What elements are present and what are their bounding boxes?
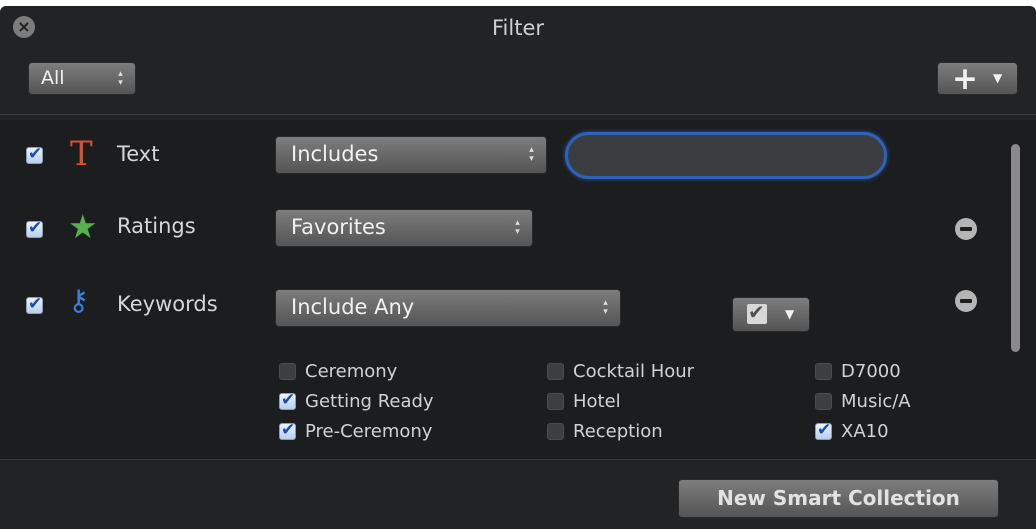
window-title: Filter: [491, 16, 544, 40]
keyword-label: Hotel: [573, 391, 621, 412]
keyword-checkbox[interactable]: [279, 363, 296, 380]
new-smart-collection-button[interactable]: New Smart Collection: [678, 479, 999, 518]
plus-icon: +: [952, 61, 978, 97]
text-rule-checkbox[interactable]: [26, 144, 43, 164]
keyword-label: XA10: [841, 421, 889, 442]
ratings-operator-popup[interactable]: Favorites ▴ ▾: [275, 209, 533, 247]
keyword-label: Ceremony: [305, 361, 398, 382]
key-icon: ⚷: [68, 283, 90, 317]
text-rule-label: Text: [117, 142, 160, 166]
scope-popup[interactable]: All ▴ ▾: [28, 62, 136, 95]
remove-ratings-rule-icon[interactable]: [955, 218, 977, 240]
text-search-field[interactable]: [565, 132, 887, 179]
keyword-checkbox[interactable]: [547, 423, 564, 440]
add-rule-button[interactable]: + ▼: [937, 61, 1018, 97]
remove-keywords-rule-icon[interactable]: [955, 290, 977, 312]
keyword-checkbox[interactable]: [547, 363, 564, 380]
chevron-down-icon: ▼: [993, 71, 1003, 85]
popup-arrows-icon: ▴ ▾: [603, 298, 608, 317]
text-operator-label: Includes: [291, 142, 379, 166]
keywords-operator-popup[interactable]: Include Any ▴ ▾: [275, 289, 621, 327]
checkbox-icon: [747, 300, 767, 324]
text-operator-popup[interactable]: Includes ▴ ▾: [275, 136, 547, 174]
vertical-scrollbar[interactable]: [1011, 144, 1020, 352]
keyword-checkbox[interactable]: [815, 363, 832, 380]
keyword-checkbox[interactable]: [547, 393, 564, 410]
keyword-checkbox[interactable]: [279, 390, 296, 410]
new-smart-collection-label: New Smart Collection: [717, 486, 960, 510]
ratings-rule-label: Ratings: [117, 214, 196, 238]
keyword-label: Reception: [573, 421, 663, 442]
chevron-down-icon: ▼: [785, 307, 795, 321]
ratings-operator-label: Favorites: [291, 215, 386, 239]
popup-arrows-icon: ▴ ▾: [529, 145, 534, 164]
keyword-checkbox[interactable]: [279, 420, 296, 440]
keywords-rule-label: Keywords: [117, 292, 218, 316]
keyword-label: Pre-Ceremony: [305, 421, 433, 442]
keyword-select-menu-button[interactable]: ▼: [732, 297, 810, 332]
keywords-rule-checkbox[interactable]: [26, 294, 43, 314]
filter-window: × Filter All ▴▾ + ▼ T Text Includes ▴▾ ★…: [0, 6, 1036, 529]
keyword-label: Getting Ready: [305, 391, 434, 412]
keywords-operator-label: Include Any: [291, 295, 415, 319]
star-icon: ★: [68, 207, 98, 246]
ratings-rule-checkbox[interactable]: [26, 218, 43, 238]
keyword-checkbox[interactable]: [815, 420, 832, 440]
keyword-label: D7000: [841, 361, 901, 382]
titlebar: × Filter: [0, 6, 1036, 48]
keyword-label: Music/A: [841, 391, 911, 412]
bottom-divider: [0, 459, 1036, 460]
keyword-checkbox[interactable]: [815, 393, 832, 410]
top-divider: [0, 114, 1036, 115]
popup-arrows-icon: ▴ ▾: [118, 68, 123, 88]
text-icon: T: [70, 134, 93, 174]
popup-arrows-icon: ▴ ▾: [515, 218, 520, 237]
keyword-label: Cocktail Hour: [573, 361, 695, 382]
scope-popup-label: All: [41, 67, 65, 89]
